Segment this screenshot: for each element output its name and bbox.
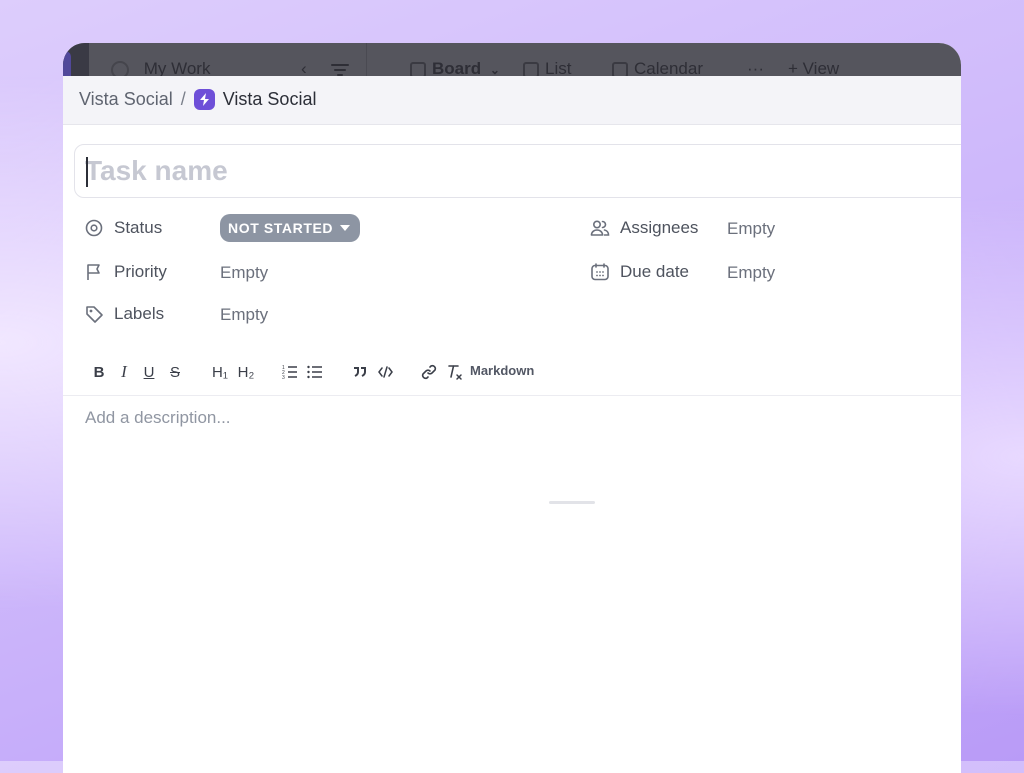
due-date-field-label: Due date (590, 262, 689, 282)
bold-button[interactable]: B (92, 361, 106, 383)
link-icon (421, 364, 437, 380)
breadcrumb: Vista Social / Vista Social (79, 89, 316, 110)
quote-icon (354, 367, 366, 377)
breadcrumb-separator: / (180, 89, 186, 109)
quote-button[interactable] (352, 361, 368, 383)
breadcrumb-parent[interactable]: Vista Social (79, 89, 173, 110)
underline-button[interactable]: U (142, 361, 156, 383)
task-modal-window: My Work ‹ Board ⌄ List Calendar ··· + Vi… (63, 43, 961, 773)
text-caret (86, 157, 88, 187)
code-button[interactable] (377, 361, 393, 383)
priority-value[interactable]: Empty (220, 263, 268, 283)
sidebar-edge (63, 43, 89, 81)
task-name-box (74, 144, 961, 198)
task-name-input[interactable] (85, 151, 961, 191)
description-input[interactable]: Add a description... (85, 408, 231, 428)
clear-format-icon (447, 364, 462, 380)
markdown-toggle[interactable]: Markdown (470, 363, 534, 378)
italic-button[interactable]: I (117, 361, 131, 383)
heading-2-button[interactable]: H₂ (235, 361, 257, 383)
ordered-list-button[interactable]: 123 (282, 361, 298, 383)
due-date-value[interactable]: Empty (727, 263, 775, 283)
status-value: NOT STARTED (228, 220, 334, 236)
status-label: Status (114, 218, 163, 237)
breadcrumb-bar: Vista Social / Vista Social (63, 76, 961, 125)
link-button[interactable] (420, 361, 438, 383)
status-icon (84, 218, 104, 238)
assignees-value[interactable]: Empty (727, 219, 775, 239)
labels-label: Labels (114, 304, 165, 323)
due-date-label: Due date (620, 262, 689, 281)
resize-handle[interactable] (549, 501, 595, 504)
assignees-label: Assignees (620, 218, 699, 237)
app-bar-divider (366, 43, 367, 76)
priority-field-label: Priority (84, 262, 167, 282)
heading-1-button[interactable]: H₁ (209, 361, 231, 383)
breadcrumb-current[interactable]: Vista Social (223, 89, 317, 110)
status-field-label: Status (84, 218, 162, 238)
tag-icon (84, 304, 104, 324)
caret-down-icon (340, 225, 351, 231)
bullet-list-icon (307, 365, 322, 379)
code-icon (377, 366, 393, 378)
clear-format-button[interactable] (445, 361, 463, 383)
labels-value[interactable]: Empty (220, 305, 268, 325)
background-app-bar: My Work ‹ Board ⌄ List Calendar ··· + Vi… (63, 43, 961, 81)
ordered-list-icon: 123 (282, 365, 297, 380)
svg-text:3: 3 (282, 375, 285, 380)
strikethrough-button[interactable]: S (168, 361, 182, 383)
assignees-field-label: Assignees (590, 218, 698, 238)
labels-field-label: Labels (84, 304, 164, 324)
chevron-down-icon: ⌄ (489, 63, 500, 77)
priority-label: Priority (114, 262, 167, 281)
users-icon (590, 218, 610, 238)
bullet-list-button[interactable] (307, 361, 323, 383)
flag-icon (84, 262, 104, 282)
description-divider (63, 395, 961, 396)
calendar-icon (590, 262, 610, 282)
status-dropdown[interactable]: NOT STARTED (220, 214, 361, 242)
space-bolt-icon (193, 89, 215, 110)
